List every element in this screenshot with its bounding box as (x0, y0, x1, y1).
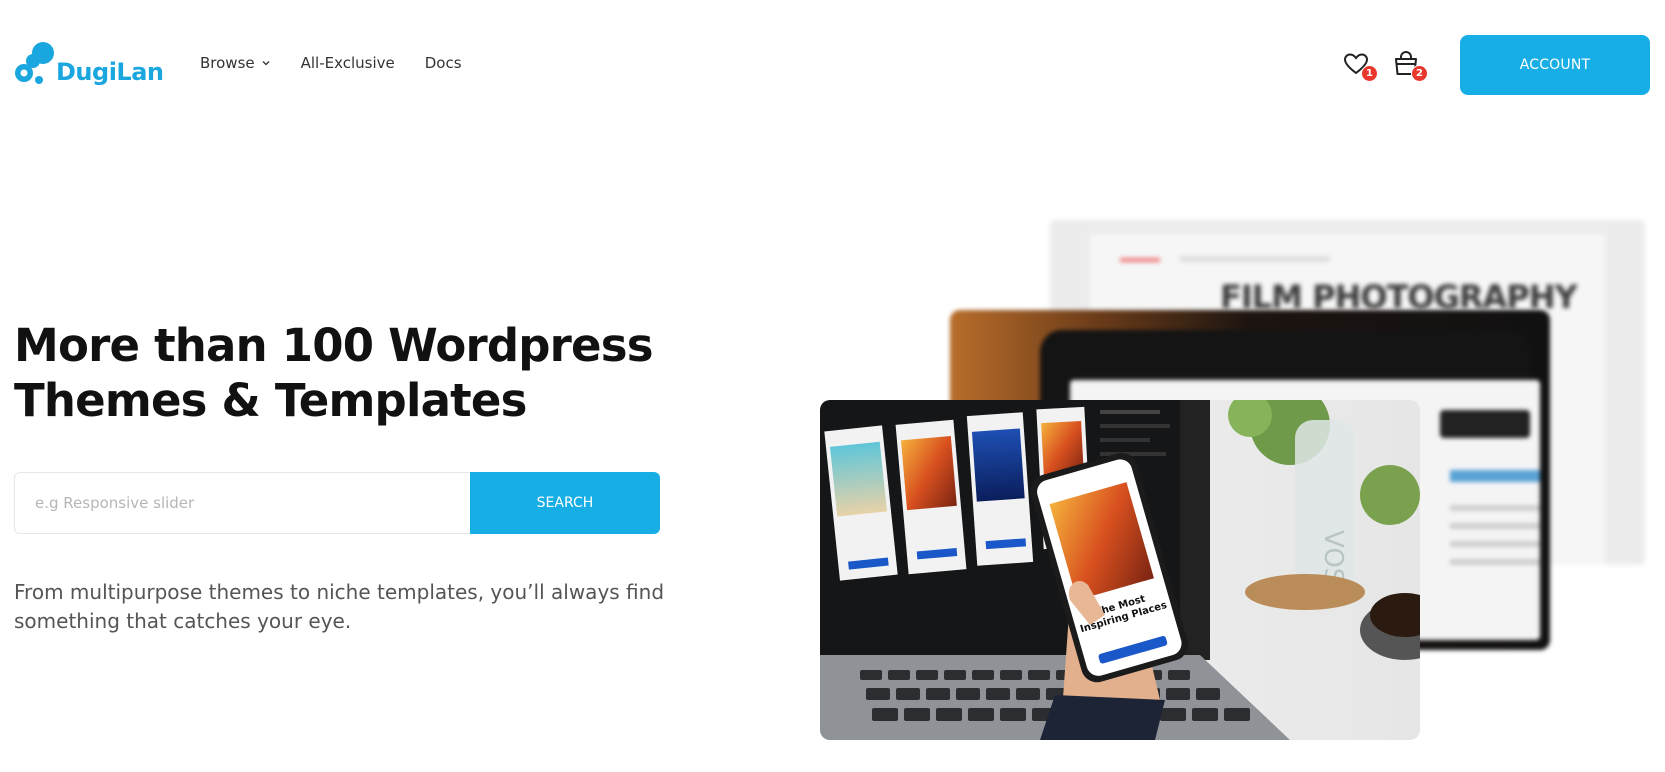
hero-subtitle: From multipurpose themes to niche templa… (14, 578, 694, 636)
hero-title: More than 100 Wordpress Themes & Templat… (14, 318, 654, 428)
main-nav: Browse All-Exclusive Docs (200, 54, 462, 72)
brand-logo[interactable]: DugiLan (14, 40, 164, 86)
wishlist-count-badge: 1 (1361, 65, 1378, 82)
search-input[interactable] (14, 472, 470, 534)
nav-item-label: Docs (424, 54, 462, 72)
account-button[interactable]: ACCOUNT (1460, 35, 1650, 95)
cart-count-badge: 2 (1411, 65, 1428, 82)
wishlist-button[interactable]: 1 (1342, 50, 1378, 82)
mockup-text-lines (1450, 505, 1540, 575)
search-button[interactable]: SEARCH (470, 472, 660, 534)
cart-button[interactable]: 2 (1392, 50, 1428, 82)
laptop-phone-illustration: VOS The Most Inspiring Places (820, 400, 1420, 740)
hero-photo: VOS The Most Inspiring Places (820, 400, 1420, 740)
hero-showcase: FILM PHOTOGRAPHY VOS The Most Inspiring … (820, 210, 1665, 750)
site-header: DugiLan Browse All-Exclusive Docs 1 2 AC… (0, 0, 1665, 130)
mockup-link (1450, 470, 1540, 482)
mockup-nav (1180, 256, 1330, 262)
nav-item-label: Browse (200, 54, 255, 72)
chevron-down-icon (261, 54, 271, 72)
nav-item-docs[interactable]: Docs (425, 54, 462, 72)
hero-title-line: Themes & Templates (14, 374, 527, 427)
nav-item-all-exclusive[interactable]: All-Exclusive (301, 54, 395, 72)
mockup-button (1440, 410, 1530, 438)
search-form: SEARCH (14, 472, 660, 534)
nav-item-label: All-Exclusive (300, 54, 395, 72)
logo-mark-icon (15, 42, 54, 84)
hero-subtitle-line: something that catches your eye. (14, 609, 352, 633)
hero-subtitle-line: From multipurpose themes to niche templa… (14, 580, 665, 604)
brand-name: DugiLan (56, 58, 164, 86)
mockup-logo (1120, 258, 1160, 262)
hero-title-line: More than 100 Wordpress (14, 319, 654, 372)
nav-item-browse[interactable]: Browse (200, 54, 271, 72)
